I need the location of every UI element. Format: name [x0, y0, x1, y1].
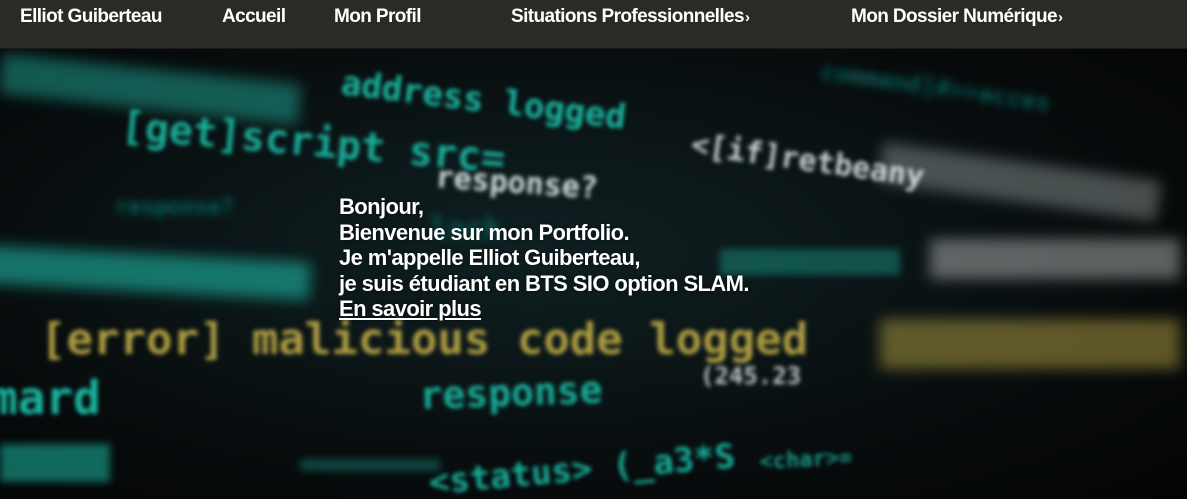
top-navbar: Elliot Guiberteau Accueil Mon Profil Sit… — [0, 0, 1187, 49]
nav-profile-link[interactable]: Mon Profil — [334, 6, 421, 28]
nav-dossier-dropdown[interactable]: Mon Dossier Numérique› — [851, 6, 1063, 28]
nav-home-link[interactable]: Accueil — [222, 6, 286, 28]
chevron-right-icon: › — [744, 9, 750, 26]
nav-situations-dropdown[interactable]: Situations Professionnelles› — [511, 6, 750, 28]
hero-study-line: je suis étudiant en BTS SIO option SLAM. — [339, 270, 750, 296]
bg-code-if: <[if]retbeany — [689, 127, 926, 194]
nav-situations-label: Situations Professionnelles — [511, 6, 745, 27]
learn-more-link[interactable]: En savoir plus — [339, 296, 482, 321]
chevron-right-icon: › — [1057, 9, 1063, 26]
bg-code-number: (245.23 — [700, 362, 801, 390]
hero-section: address logged [get]script src= <[if]ret… — [0, 49, 1187, 499]
bg-code-response-2: response? — [115, 195, 234, 220]
nav-dossier-label: Mon Dossier Numérique — [851, 6, 1058, 27]
hero-greeting: Bonjour, — [339, 194, 424, 219]
bg-code-response-3: response — [419, 368, 603, 418]
hero-welcome-text: Bonjour, Bienvenue sur mon Portfolio. Je… — [339, 194, 750, 322]
hero-name-line: Je m'appelle Elliot Guiberteau, — [339, 245, 640, 270]
bg-code-command: command]#>>acces — [819, 57, 1052, 117]
bg-code-mard: mard — [0, 371, 101, 425]
bg-code-error: [error] malicious code logged — [40, 314, 808, 365]
hero-welcome-line: Bienvenue sur mon Portfolio. — [339, 219, 630, 245]
bg-code-char: <char>= — [759, 445, 853, 475]
brand-link[interactable]: Elliot Guiberteau — [20, 6, 162, 28]
bg-code-status: <status> (_a3*S — [427, 436, 736, 499]
